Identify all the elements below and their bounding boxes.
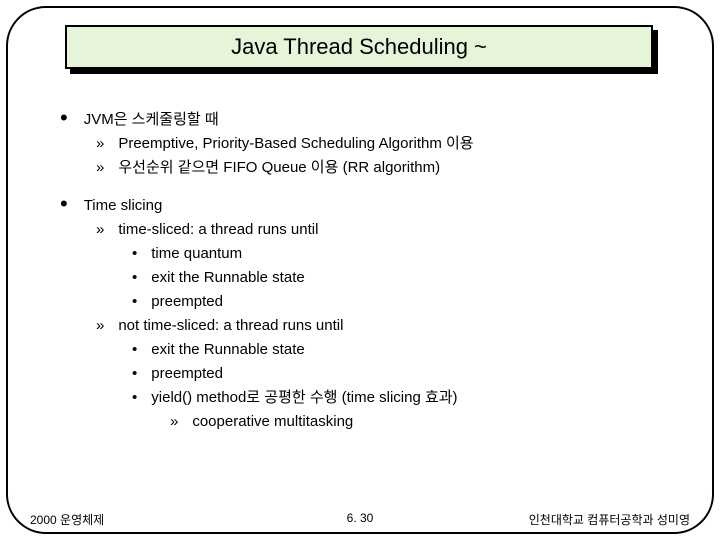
small-dot-icon: • [132,242,137,266]
bullet-2-nts-1: • exit the Runnable state [132,338,680,362]
bullet-2-ts-text: time-sliced: a thread runs until [118,218,318,242]
bullet-2: • Time slicing [60,194,680,218]
bullet-2-ts-2-text: exit the Runnable state [151,266,304,290]
bullet-1-sub-2-text: 우선순위 같으면 FIFO Queue 이용 (RR algorithm) [118,156,440,180]
bullet-2-ts-2: • exit the Runnable state [132,266,680,290]
bullet-1-sub-1: » Preemptive, Priority-Based Scheduling … [96,132,680,156]
bullet-2-ts-1-text: time quantum [151,242,242,266]
bullet-2-nts-2-text: preempted [151,362,223,386]
bullet-1: • JVM은 스케줄링할 때 [60,108,680,132]
bullet-2-nts: » not time-sliced: a thread runs until [96,314,680,338]
bullet-2-nts-2: • preempted [132,362,680,386]
bullet-2-ts-3-text: preempted [151,290,223,314]
raquo-icon: » [96,218,104,242]
raquo-icon: » [96,132,104,156]
slide-content: • JVM은 스케줄링할 때 » Preemptive, Priority-Ba… [60,100,680,434]
title-box: Java Thread Scheduling ~ [65,25,653,69]
small-dot-icon: • [132,362,137,386]
slide-footer: 2000 운영체제 6. 30 인천대학교 컴퓨터공학과 성미영 [0,511,720,528]
bullet-2-nts-sub: » cooperative multitasking [170,410,680,434]
footer-right: 인천대학교 컴퓨터공학과 성미영 [529,511,690,528]
dot-icon: • [60,108,68,132]
bullet-2-ts-3: • preempted [132,290,680,314]
slide-title: Java Thread Scheduling ~ [231,34,487,60]
bullet-2-nts-3-text: yield() method로 공평한 수행 (time slicing 효과) [151,386,457,410]
raquo-icon: » [96,314,104,338]
small-dot-icon: • [132,266,137,290]
bullet-2-ts-1: • time quantum [132,242,680,266]
bullet-2-nts-text: not time-sliced: a thread runs until [118,314,343,338]
small-dot-icon: • [132,386,137,410]
bullet-2-nts-1-text: exit the Runnable state [151,338,304,362]
bullet-2-text: Time slicing [84,194,163,218]
bullet-1-sub-2: » 우선순위 같으면 FIFO Queue 이용 (RR algorithm) [96,156,680,180]
bullet-2-nts-3: • yield() method로 공평한 수행 (time slicing 효… [132,386,680,410]
bullet-1-text: JVM은 스케줄링할 때 [84,108,219,132]
bullet-2-nts-sub-text: cooperative multitasking [192,410,353,434]
footer-left: 2000 운영체제 [30,511,104,528]
small-dot-icon: • [132,338,137,362]
bullet-2-ts: » time-sliced: a thread runs until [96,218,680,242]
dot-icon: • [60,194,68,218]
raquo-icon: » [170,410,178,434]
small-dot-icon: • [132,290,137,314]
footer-center: 6. 30 [347,511,374,525]
bullet-1-sub-1-text: Preemptive, Priority-Based Scheduling Al… [118,132,473,156]
raquo-icon: » [96,156,104,180]
